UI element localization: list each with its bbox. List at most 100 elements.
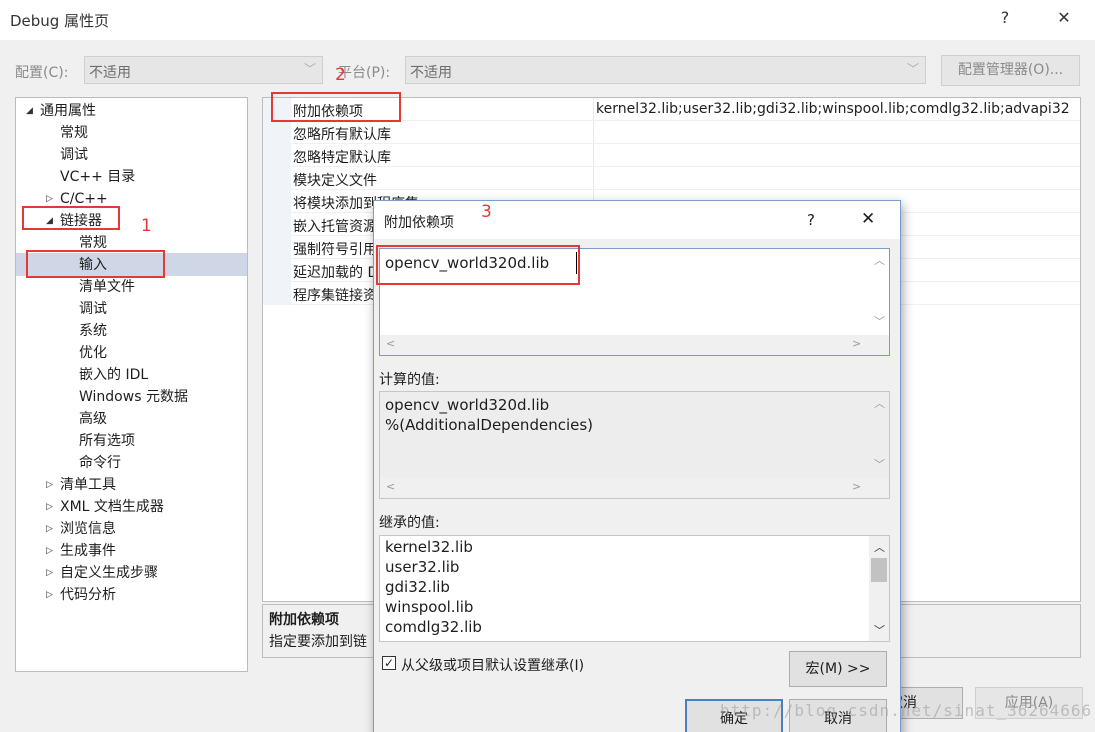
collapsed-triangle-icon[interactable]: ▷ bbox=[46, 496, 53, 518]
watermark: http://blog.csdn.net/sinat_36264666 bbox=[720, 701, 1093, 720]
row-gutter bbox=[263, 121, 291, 144]
scroll-down-icon[interactable]: ﹀ bbox=[874, 622, 885, 638]
inherited-line: user32.lib bbox=[385, 558, 460, 576]
tree-item-label: 生成事件 bbox=[60, 543, 116, 559]
platform-select[interactable]: 不适用 ﹀ bbox=[405, 56, 926, 84]
tree-item-label: 自定义生成步骤 bbox=[60, 565, 158, 581]
tree-item-windows-metadata[interactable]: Windows 元数据 bbox=[79, 386, 188, 408]
horizontal-scrollbar[interactable]: < > bbox=[380, 335, 889, 355]
scroll-left-icon[interactable]: < bbox=[386, 480, 395, 493]
tree-item-debugging[interactable]: 调试 bbox=[60, 144, 88, 166]
tree-item-optimization[interactable]: 优化 bbox=[79, 342, 107, 364]
config-manager-button[interactable]: 配置管理器(O)... bbox=[941, 55, 1080, 86]
tree-item-xml-doc-generator[interactable]: ▷ XML 文档生成器 bbox=[46, 496, 164, 518]
inherit-checkbox-label[interactable]: 从父级或项目默认设置继承(I) bbox=[401, 655, 584, 675]
row-gutter bbox=[263, 259, 291, 282]
annotation-box-linker bbox=[22, 206, 120, 230]
annotation-step-2: 2 bbox=[335, 65, 346, 85]
description-title: 附加依赖项 bbox=[269, 612, 339, 628]
collapsed-triangle-icon[interactable]: ▷ bbox=[46, 562, 53, 584]
title-bar: Debug 属性页 ? ✕ bbox=[0, 0, 1095, 40]
scroll-left-icon[interactable]: < bbox=[386, 337, 395, 350]
tree-item-label: C/C++ bbox=[60, 191, 108, 207]
property-name: 忽略特定默认库 bbox=[293, 150, 391, 166]
dialog-title: 附加依赖项 bbox=[384, 215, 454, 231]
scroll-up-icon[interactable]: ︿ bbox=[874, 252, 885, 268]
computed-line: opencv_world320d.lib bbox=[385, 396, 550, 414]
inherited-line: comdlg32.lib bbox=[385, 618, 482, 636]
config-select[interactable]: 不适用 ﹀ bbox=[84, 56, 323, 84]
row-gutter bbox=[263, 213, 291, 236]
tree-item-label: 清单工具 bbox=[60, 477, 116, 493]
collapsed-triangle-icon[interactable]: ▷ bbox=[46, 584, 53, 606]
annotation-box-additional-deps bbox=[271, 92, 401, 122]
grid-row[interactable]: 忽略所有默认库 bbox=[263, 121, 1080, 144]
property-value[interactable]: kernel32.lib;user32.lib;gdi32.lib;winspo… bbox=[596, 101, 1070, 117]
tree-item-linker-debugging[interactable]: 调试 bbox=[79, 298, 107, 320]
dialog-close-icon[interactable]: ✕ bbox=[861, 209, 875, 229]
tree-item-all-options[interactable]: 所有选项 bbox=[79, 430, 135, 452]
row-gutter bbox=[263, 167, 291, 190]
property-name: 强制符号引用 bbox=[293, 242, 377, 258]
property-name: 忽略所有默认库 bbox=[293, 127, 391, 143]
collapsed-triangle-icon[interactable]: ▷ bbox=[46, 540, 53, 562]
tree-item-command-line[interactable]: 命令行 bbox=[79, 452, 121, 474]
scroll-right-icon[interactable]: > bbox=[852, 337, 861, 350]
expanded-triangle-icon[interactable]: ◢ bbox=[26, 100, 33, 122]
tree-item-system[interactable]: 系统 bbox=[79, 320, 107, 342]
close-icon[interactable]: ✕ bbox=[1052, 8, 1076, 27]
annotation-box-input bbox=[26, 250, 165, 278]
inherited-values-label: 继承的值: bbox=[379, 515, 440, 531]
tree-item-manifest-tool[interactable]: ▷ 清单工具 bbox=[46, 474, 116, 496]
scroll-right-icon[interactable]: > bbox=[852, 480, 861, 493]
collapsed-triangle-icon[interactable]: ▷ bbox=[46, 474, 53, 496]
tree-item-custom-build-step[interactable]: ▷ 自定义生成步骤 bbox=[46, 562, 158, 584]
computed-values-box: opencv_world320d.lib %(AdditionalDepende… bbox=[379, 391, 890, 499]
property-name: 模块定义文件 bbox=[293, 173, 377, 189]
scroll-up-icon[interactable]: ︿ bbox=[874, 539, 885, 555]
description-text: 指定要添加到链 bbox=[269, 634, 367, 650]
property-tree[interactable]: ◢ 通用属性 常规 调试 VC++ 目录 ▷ C/C++ ◢ 链接器 常规 输入… bbox=[15, 97, 248, 672]
vertical-scrollbar[interactable]: ︿ ﹀ bbox=[869, 392, 889, 478]
tree-item-advanced[interactable]: 高级 bbox=[79, 408, 107, 430]
window-title: Debug 属性页 bbox=[10, 12, 110, 30]
annotation-box-input-value bbox=[376, 245, 580, 285]
row-gutter bbox=[263, 236, 291, 259]
collapsed-triangle-icon[interactable]: ▷ bbox=[46, 518, 53, 540]
tree-item-browse-information[interactable]: ▷ 浏览信息 bbox=[46, 518, 116, 540]
inherited-line: winspool.lib bbox=[385, 598, 474, 616]
scroll-down-icon[interactable]: ﹀ bbox=[874, 313, 885, 329]
dialog-title-bar: 附加依赖项 ? ✕ bbox=[374, 201, 900, 239]
macro-button[interactable]: 宏(M) >> bbox=[789, 651, 887, 687]
tree-item-build-events[interactable]: ▷ 生成事件 bbox=[46, 540, 116, 562]
dialog-help-icon[interactable]: ? bbox=[807, 211, 815, 229]
computed-values-label: 计算的值: bbox=[379, 372, 440, 388]
inherit-checkbox[interactable]: ✓ bbox=[382, 656, 396, 670]
tree-item-label: 代码分析 bbox=[60, 587, 116, 603]
grid-row[interactable]: 忽略特定默认库 bbox=[263, 144, 1080, 167]
vertical-scrollbar[interactable]: ︿ ﹀ bbox=[869, 249, 889, 335]
tree-item-general[interactable]: 常规 bbox=[60, 122, 88, 144]
horizontal-scrollbar[interactable]: < > bbox=[380, 478, 889, 498]
scroll-up-icon[interactable]: ︿ bbox=[874, 395, 885, 411]
tree-item-label: 通用属性 bbox=[40, 103, 96, 119]
annotation-step-1: 1 bbox=[141, 216, 152, 236]
computed-line: %(AdditionalDependencies) bbox=[385, 416, 594, 434]
tree-item-embedded-idl[interactable]: 嵌入的 IDL bbox=[79, 364, 148, 386]
tree-item-label: 浏览信息 bbox=[60, 521, 116, 537]
grid-row[interactable]: 模块定义文件 bbox=[263, 167, 1080, 190]
scrollbar-thumb[interactable] bbox=[871, 558, 887, 582]
vertical-scrollbar[interactable]: ︿ ﹀ bbox=[869, 536, 889, 641]
tree-item-label: XML 文档生成器 bbox=[60, 499, 164, 515]
chevron-down-icon: ﹀ bbox=[906, 62, 919, 76]
row-gutter bbox=[263, 144, 291, 167]
tree-item-code-analysis[interactable]: ▷ 代码分析 bbox=[46, 584, 116, 606]
scroll-down-icon[interactable]: ﹀ bbox=[874, 456, 885, 472]
help-icon[interactable]: ? bbox=[993, 8, 1017, 27]
tree-item-vc-directories[interactable]: VC++ 目录 bbox=[60, 166, 135, 188]
tree-item-manifest-file[interactable]: 清单文件 bbox=[79, 276, 135, 298]
inherited-values-box: kernel32.lib user32.lib gdi32.lib winspo… bbox=[379, 535, 890, 642]
inherited-line: kernel32.lib bbox=[385, 538, 473, 556]
tree-item-common-properties[interactable]: ◢ 通用属性 bbox=[26, 100, 96, 122]
config-label: 配置(C): bbox=[15, 65, 69, 81]
